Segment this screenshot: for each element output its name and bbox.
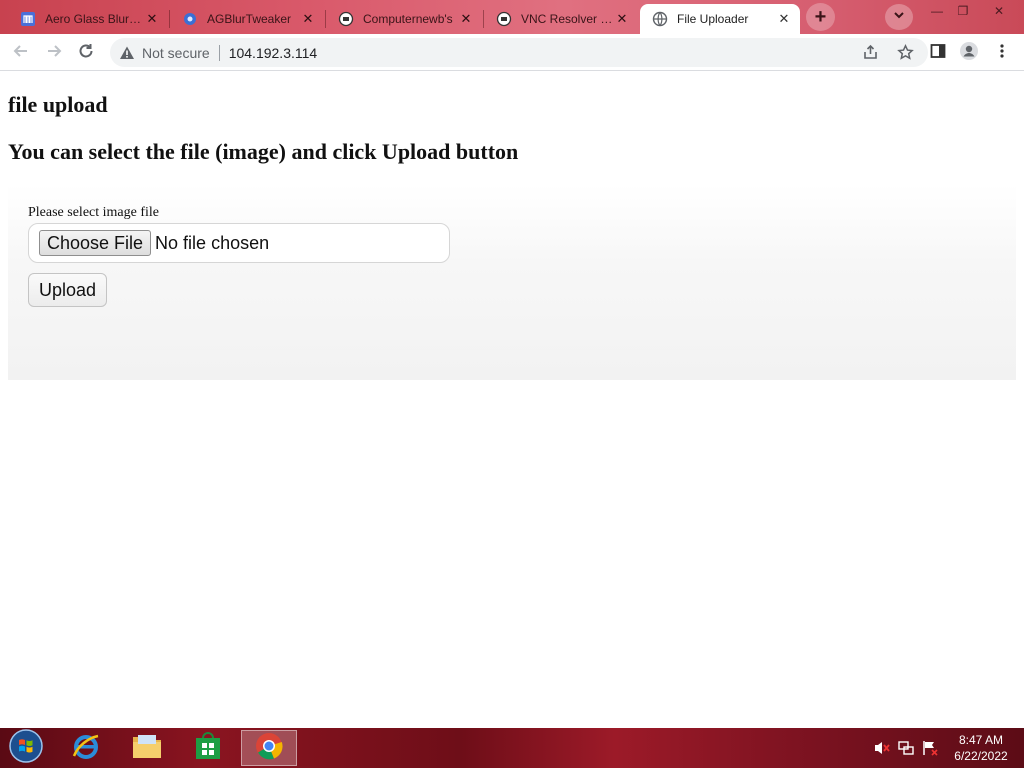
taskbar-store[interactable]: [180, 730, 236, 766]
warning-icon[interactable]: [118, 44, 136, 62]
computernewb-icon: [338, 11, 354, 27]
close-window-icon: ✕: [993, 4, 1005, 18]
tab-file-uploader[interactable]: File Uploader ✕: [640, 4, 800, 34]
tab-title: AGBlurTweaker: [207, 12, 292, 26]
volume-muted-icon[interactable]: [873, 740, 891, 756]
restore-icon: ❐: [957, 4, 969, 18]
tab-agblurtweaker[interactable]: AGBlurTweaker ✕: [170, 4, 324, 34]
close-icon[interactable]: ✕: [776, 11, 792, 27]
taskbar-file-explorer[interactable]: [119, 730, 175, 766]
chevron-down-icon: [893, 8, 905, 26]
url-text[interactable]: 104.192.3.114: [229, 45, 318, 61]
page-title: file upload: [8, 92, 108, 117]
taskbar-internet-explorer[interactable]: [58, 730, 114, 766]
tab-title: Aero Glass Blur Tweaker: [45, 12, 144, 26]
new-tab-button[interactable]: +: [806, 3, 835, 31]
page-instructions: You can select the file (image) and clic…: [8, 139, 519, 164]
tab-strip: Aero Glass Blur Tweaker ✕ AGBlurTweaker …: [0, 0, 1024, 34]
no-file-text: No file chosen: [155, 232, 270, 253]
side-panel-button[interactable]: [927, 42, 949, 64]
store-icon: [193, 731, 223, 766]
minimize-button[interactable]: —: [924, 2, 950, 20]
agblur-icon: [182, 11, 198, 27]
security-label[interactable]: Not secure: [142, 45, 210, 61]
file-explorer-icon: [131, 731, 163, 766]
profile-button[interactable]: [958, 41, 980, 66]
browser-toolbar: Not secure 104.192.3.114: [0, 34, 1024, 71]
forward-button[interactable]: [43, 42, 65, 64]
tab-aero-glass[interactable]: Aero Glass Blur Tweaker ✕: [8, 4, 168, 34]
action-center-flag-icon[interactable]: [921, 740, 939, 756]
tab-computernewb[interactable]: Computernewb's ✕: [326, 4, 482, 34]
aero-glass-icon: [20, 11, 36, 27]
close-icon[interactable]: ✕: [458, 11, 474, 27]
avatar-icon: [959, 41, 979, 66]
tab-search-button[interactable]: [885, 4, 913, 30]
reload-button[interactable]: [75, 42, 97, 64]
menu-button[interactable]: [991, 42, 1013, 64]
back-button[interactable]: [10, 42, 32, 64]
close-window-button[interactable]: ✕: [986, 2, 1012, 20]
tab-title: VNC Resolver - B: [521, 12, 614, 26]
address-bar[interactable]: Not secure 104.192.3.114: [110, 38, 928, 67]
bookmark-star-icon[interactable]: [897, 44, 914, 61]
upload-form: Please select image file Choose File No …: [8, 184, 1016, 380]
system-clock[interactable]: 8:47 AM 6/22/2022: [948, 732, 1014, 764]
more-vert-icon: [999, 43, 1005, 64]
taskbar-chrome[interactable]: [241, 730, 297, 766]
windows-start-icon: [8, 728, 44, 768]
close-icon[interactable]: ✕: [300, 11, 316, 27]
chrome-icon: [254, 731, 284, 766]
choose-file-button[interactable]: Choose File: [39, 230, 152, 256]
reload-icon: [77, 42, 95, 65]
file-label: Please select image file: [28, 205, 159, 220]
start-button[interactable]: [6, 728, 46, 768]
file-input[interactable]: Choose File No file chosen: [28, 223, 450, 263]
restore-button[interactable]: ❐: [950, 2, 976, 20]
upload-button[interactable]: Upload: [28, 273, 108, 307]
tab-title: File Uploader: [677, 12, 749, 26]
minimize-icon: —: [931, 4, 943, 18]
share-icon[interactable]: [862, 44, 879, 61]
vnc-resolver-icon: [496, 11, 512, 27]
taskbar: 8:47 AM 6/22/2022: [0, 728, 1024, 768]
tab-title: Computernewb's: [363, 12, 453, 26]
new-tab-label: +: [814, 5, 827, 28]
page-content: file upload You can select the file (ima…: [0, 71, 1024, 728]
network-icon[interactable]: [897, 740, 915, 756]
side-panel-icon: [930, 43, 946, 64]
clock-time: 8:47 AM: [958, 733, 1004, 747]
clock-date: 6/22/2022: [954, 749, 1008, 763]
close-icon[interactable]: ✕: [614, 11, 630, 27]
tab-vnc-resolver[interactable]: VNC Resolver - B ✕: [484, 4, 638, 34]
close-icon[interactable]: ✕: [144, 11, 160, 27]
address-divider: [218, 44, 220, 61]
forward-arrow-icon: [45, 42, 63, 65]
internet-explorer-icon: [70, 730, 102, 767]
globe-icon: [652, 11, 668, 27]
back-arrow-icon: [12, 42, 30, 65]
